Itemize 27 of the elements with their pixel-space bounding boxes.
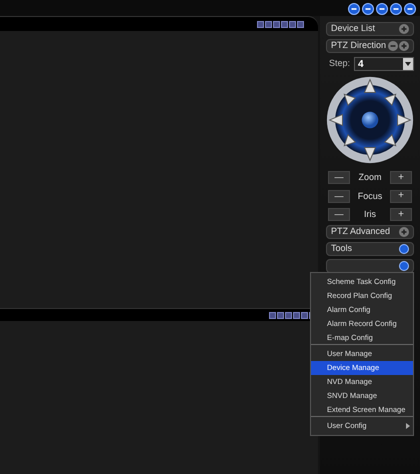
step-dropdown[interactable]: 4 (354, 57, 414, 71)
panel-header[interactable]: Tools (326, 242, 414, 256)
window-button[interactable] (376, 3, 388, 15)
window-button[interactable] (362, 3, 374, 15)
expand-icon[interactable] (399, 24, 409, 34)
control-label: Iris (364, 208, 376, 221)
plus-button[interactable]: + (390, 208, 412, 222)
panel-header[interactable] (326, 258, 414, 272)
minus-button[interactable]: — (328, 208, 350, 222)
control-label: Focus (358, 190, 382, 202)
panel-header[interactable]: PTZ Advanced (326, 224, 414, 238)
ptz-direction-wheel[interactable] (326, 74, 414, 166)
expand-icon[interactable] (399, 41, 409, 51)
window-button[interactable] (348, 3, 360, 15)
step-label: Step: (329, 57, 350, 70)
minus-button[interactable]: — (328, 190, 350, 203)
plus-button[interactable]: + (390, 171, 412, 184)
minus-button[interactable]: — (328, 171, 350, 184)
window-button[interactable] (404, 3, 416, 15)
control-label: Zoom (358, 171, 382, 184)
panel-header[interactable]: PTZ Direction (326, 39, 414, 53)
expand-icon[interactable] (399, 226, 409, 236)
panel-header[interactable]: Device List (326, 22, 414, 36)
collapse-icon[interactable] (388, 41, 398, 51)
plus-button[interactable]: + (390, 190, 412, 203)
window-button[interactable] (390, 3, 402, 15)
submenu-arrow-icon (406, 422, 410, 428)
